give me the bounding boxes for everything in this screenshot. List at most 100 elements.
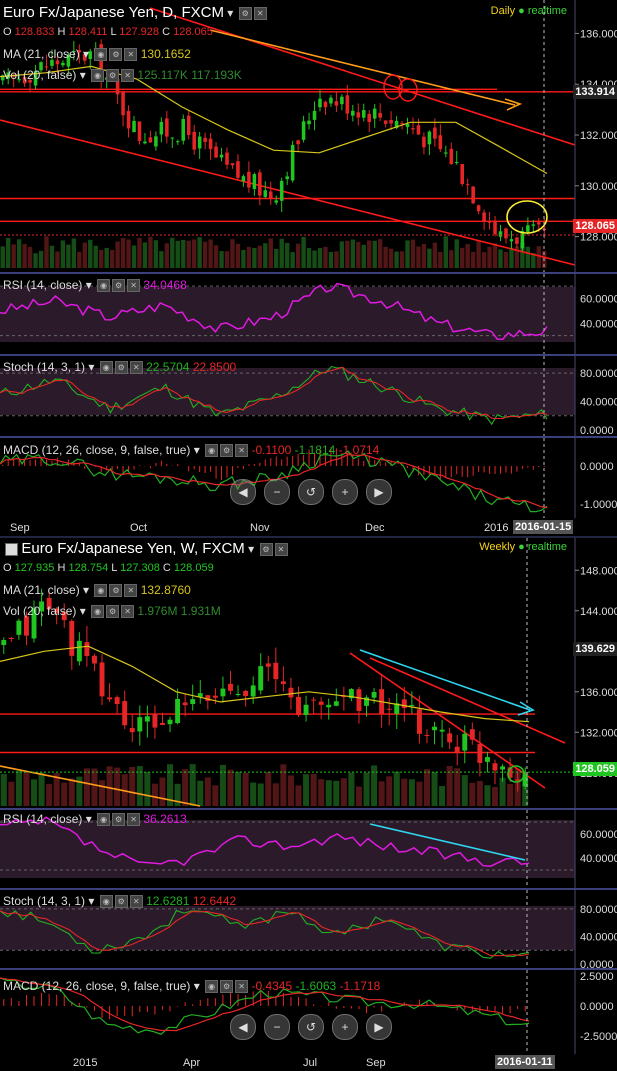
- daily-volume-bar: [71, 238, 77, 268]
- weekly-stoch-tick-label: 0.0000: [580, 959, 614, 968]
- daily-macd-panel[interactable]: 0.0000 -1.0000 MACD (12, 26, close, 9, fa…: [0, 438, 617, 518]
- weekly-candle: [23, 616, 29, 636]
- daily-volume-bar: [16, 239, 22, 268]
- zoom-out-button[interactable]: −: [264, 1014, 290, 1040]
- weekly-macd-panel[interactable]: 2.5000 0.0000 -2.5000 MACD (12, 26, close,…: [0, 970, 617, 1054]
- realtime-indicator: ●: [518, 541, 525, 553]
- daily-vol-legend: Vol (20, false) ▾ ◉ ⚙ ✕ 125.117K 117.193K: [3, 68, 242, 83]
- daily-volume-bar: [6, 237, 11, 268]
- daily-volume-bar: [339, 241, 345, 268]
- daily-volume-bar: [367, 240, 372, 268]
- daily-time-axis: Sep Oct Nov Dec 2016 2016-01-15: [0, 518, 617, 536]
- close-icon: ✕: [121, 605, 135, 619]
- scroll-right-button[interactable]: ▶: [366, 1014, 392, 1040]
- zoom-in-button[interactable]: +: [332, 479, 358, 505]
- weekly-price-chart[interactable]: 148.000144.000140.000136.000132.000128.0…: [0, 538, 617, 808]
- weekly-volume-bar: [461, 775, 468, 806]
- eye-icon: ◉: [99, 895, 113, 909]
- symbol-dropdown-icon[interactable]: ▾: [248, 542, 254, 556]
- zoom-out-button[interactable]: −: [264, 479, 290, 505]
- weekly-rsi-panel[interactable]: 60.0000 40.0000 RSI (14, close) ▾ ◉ ⚙ ✕ 36.…: [0, 810, 617, 888]
- weekly-candle: [243, 690, 249, 697]
- weekly-volume-bar: [325, 780, 332, 806]
- daily-candle: [454, 162, 459, 164]
- weekly-price-panel[interactable]: 148.000144.000140.000136.000132.000128.0…: [0, 538, 617, 808]
- weekly-volume-bar: [454, 768, 461, 806]
- daily-candle: [132, 120, 136, 133]
- daily-rsi-panel[interactable]: 60.0000 40.0000 RSI (14, close) ▾ ◉ ⚙ ✕ 34.…: [0, 274, 617, 354]
- daily-price-chart[interactable]: 136.000134.000132.000130.000128.000: [0, 0, 617, 272]
- daily-candle: [186, 115, 191, 136]
- settings-icon[interactable]: ⚙: [238, 7, 252, 21]
- daily-price-tick-label: 130.000: [580, 181, 617, 193]
- daily-ma-line: [0, 65, 548, 175]
- weekly-time-axis: 2015 Apr Jul Sep 2016-01-11: [0, 1054, 617, 1071]
- daily-candle: [159, 121, 164, 135]
- weekly-price-tick-label: 132.000: [580, 727, 617, 739]
- daily-volume-bar: [476, 240, 481, 268]
- settings-icon: ⚙: [112, 813, 126, 827]
- collapse-icon[interactable]: [5, 543, 18, 557]
- settings-icon[interactable]: ⚙: [259, 543, 273, 557]
- weekly-candle: [160, 722, 165, 725]
- weekly-price-tick-label: 136.000: [580, 687, 617, 699]
- weekly-candle: [484, 757, 490, 762]
- weekly-volume-bar: [144, 772, 151, 806]
- daily-volume-bar: [44, 236, 49, 268]
- daily-volume-bar: [323, 246, 328, 268]
- daily-volume-bar: [38, 250, 44, 268]
- daily-volume-bar: [460, 247, 465, 268]
- daily-volume-bar: [252, 247, 257, 268]
- reset-button[interactable]: ↺: [298, 479, 324, 505]
- scroll-left-button[interactable]: ◀: [230, 479, 256, 505]
- weekly-volume-bar: [280, 764, 287, 806]
- weekly-candle: [129, 728, 135, 733]
- settings-icon: ⚙: [109, 48, 123, 62]
- daily-price-panel[interactable]: 136.000134.000132.000130.000128.000 Euro…: [0, 0, 617, 272]
- weekly-candle: [416, 709, 422, 734]
- weekly-volume-bar: [219, 764, 226, 806]
- close-icon[interactable]: ✕: [274, 543, 288, 557]
- daily-candle: [197, 136, 202, 149]
- daily-candle: [340, 96, 344, 105]
- weekly-volume-bar: [0, 773, 7, 806]
- daily-candle: [318, 98, 322, 108]
- weekly-candle: [152, 714, 158, 728]
- scroll-right-button[interactable]: ▶: [366, 479, 392, 505]
- weekly-candle: [288, 687, 294, 698]
- daily-volume-bar: [104, 247, 109, 268]
- close-icon[interactable]: ✕: [253, 7, 267, 21]
- weekly-candle: [447, 733, 453, 743]
- close-icon: ✕: [235, 980, 249, 994]
- weekly-last-price-tag: 128.059: [573, 762, 617, 776]
- daily-volume-bar: [317, 248, 323, 268]
- daily-rsi-tick-label: 60.0000: [580, 294, 617, 306]
- weekly-volume-bar: [295, 785, 302, 806]
- daily-stoch-panel[interactable]: 80.0000 40.0000 0.0000 Stoch (14, 3, 1) ▾ …: [0, 356, 617, 436]
- daily-chart-title: Euro Fx/Japanese Yen, D, FXCM: [3, 4, 224, 21]
- daily-candle: [460, 164, 464, 185]
- weekly-volume-bar: [250, 782, 257, 806]
- daily-candle: [192, 131, 196, 150]
- close-icon: ✕: [235, 444, 249, 458]
- daily-volume-bar: [11, 244, 16, 268]
- daily-volume-bar: [49, 245, 55, 268]
- weekly-candle: [190, 699, 196, 705]
- weekly-candle: [8, 637, 14, 639]
- zoom-in-button[interactable]: +: [332, 1014, 358, 1040]
- weekly-volume-bar: [15, 770, 22, 806]
- scroll-left-button[interactable]: ◀: [230, 1014, 256, 1040]
- daily-candle: [121, 91, 125, 116]
- weekly-candle: [326, 704, 332, 708]
- weekly-vol-legend: Vol (20, false) ▾ ◉ ⚙ ✕ 1.976M 1.931M: [3, 604, 221, 619]
- daily-volume-bar: [186, 240, 191, 268]
- daily-candle: [389, 119, 393, 124]
- daily-volume-bar: [126, 239, 131, 268]
- daily-volume-bar: [284, 243, 290, 268]
- weekly-stoch-panel[interactable]: 80.0000 40.0000 0.0000 Stoch (14, 3, 1) ▾ …: [0, 890, 617, 968]
- reset-button[interactable]: ↺: [298, 1014, 324, 1040]
- weekly-rsi-band: [0, 820, 575, 878]
- weekly-volume-bar: [189, 764, 196, 806]
- symbol-dropdown-icon[interactable]: ▾: [227, 6, 233, 20]
- daily-candle: [181, 118, 186, 141]
